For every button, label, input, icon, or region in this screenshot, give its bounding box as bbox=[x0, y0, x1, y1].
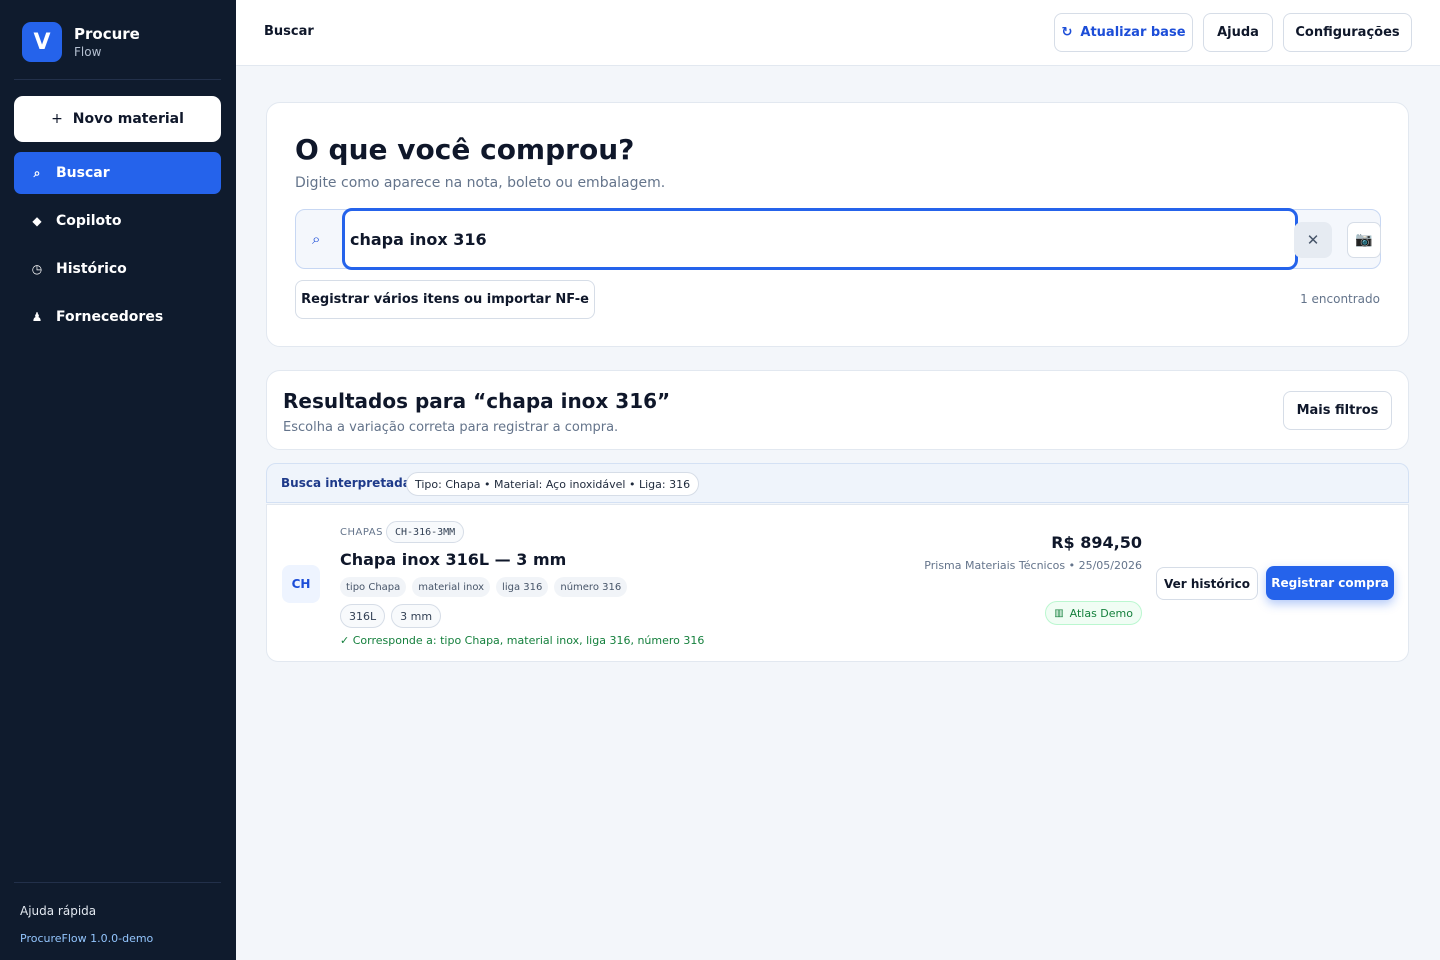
quick-help-link[interactable]: Ajuda rápida bbox=[20, 904, 96, 918]
item-supplier: Prisma Materiais Técnicos • 25/05/2026 bbox=[924, 559, 1142, 572]
brand-name: Procure bbox=[74, 25, 140, 43]
item-tags: tipo Chapa material inox liga 316 número… bbox=[340, 577, 633, 597]
sidebar-item-buscar[interactable]: ⌕ Buscar bbox=[14, 152, 221, 194]
person-icon: ♟ bbox=[31, 310, 43, 324]
results-subtitle: Escolha a variação correta para registra… bbox=[283, 420, 619, 435]
sidebar-item-copiloto[interactable]: ◆ Copiloto bbox=[14, 200, 221, 242]
match-reason: ✓ Corresponde a: tipo Chapa, material in… bbox=[340, 634, 705, 647]
sidebar: V Procure Flow + Novo material ⌕ Buscar … bbox=[0, 0, 236, 960]
item-tag: material inox bbox=[412, 577, 491, 597]
item-tag: liga 316 bbox=[496, 577, 549, 597]
sidebar-divider bbox=[14, 79, 221, 80]
brand-logo: V bbox=[22, 22, 62, 62]
refresh-base-button[interactable]: ↻ Atualizar base bbox=[1054, 13, 1193, 52]
source-badge: ▥ Atlas Demo bbox=[1045, 601, 1142, 625]
building-icon: ▥ bbox=[1054, 607, 1064, 619]
refresh-label: Atualizar base bbox=[1080, 25, 1186, 40]
sidebar-item-label: Buscar bbox=[56, 165, 110, 181]
item-tag: número 316 bbox=[554, 577, 628, 597]
search-input[interactable] bbox=[342, 208, 1298, 270]
item-price: R$ 894,50 bbox=[1051, 533, 1142, 552]
search-icon: ⌕ bbox=[33, 165, 41, 180]
page-subtitle: Digite como aparece na nota, boleto ou e… bbox=[295, 175, 666, 191]
interpreted-search-chip: Tipo: Chapa • Material: Aço inoxidável •… bbox=[406, 472, 700, 496]
item-spec: 316L bbox=[340, 604, 386, 628]
sidebar-item-label: Copiloto bbox=[56, 213, 122, 229]
brand[interactable]: V Procure Flow bbox=[22, 22, 140, 62]
sidebar-item-historico[interactable]: ◷ Histórico bbox=[14, 248, 221, 290]
settings-button[interactable]: Configurações bbox=[1283, 13, 1412, 52]
sidebar-divider bbox=[14, 882, 221, 883]
source-label: Atlas Demo bbox=[1069, 606, 1133, 620]
page-title: O que você comprou? bbox=[295, 133, 635, 166]
sidebar-item-label: Fornecedores bbox=[56, 309, 164, 325]
camera-icon: 📷 bbox=[1355, 232, 1373, 248]
clock-icon: ◷ bbox=[31, 262, 43, 276]
sidebar-item-label: Histórico bbox=[56, 261, 127, 277]
item-sku: CH-316-3MM bbox=[386, 521, 465, 543]
item-title: Chapa inox 316L — 3 mm bbox=[340, 550, 567, 569]
item-specs: 316L 3 mm bbox=[340, 604, 447, 628]
results-count: 1 encontrado bbox=[1300, 292, 1380, 306]
item-tag: tipo Chapa bbox=[340, 577, 407, 597]
interpreted-search-bar: Busca interpretada Tipo: Chapa • Materia… bbox=[266, 463, 1409, 503]
topbar: Buscar ↻ Atualizar base Ajuda Configuraç… bbox=[236, 0, 1440, 66]
new-material-label: Novo material bbox=[72, 111, 184, 127]
clear-search-button[interactable]: ✕ bbox=[1294, 222, 1332, 258]
help-button[interactable]: Ajuda bbox=[1203, 13, 1273, 52]
view-history-button[interactable]: Ver histórico bbox=[1156, 567, 1258, 600]
camera-scan-button[interactable]: 📷 bbox=[1347, 222, 1381, 258]
refresh-icon: ↻ bbox=[1061, 25, 1073, 40]
sidebar-item-fornecedores[interactable]: ♟ Fornecedores bbox=[14, 296, 221, 338]
result-item[interactable]: CH CHAPAS CH-316-3MM Chapa inox 316L — 3… bbox=[266, 504, 1409, 662]
close-icon: ✕ bbox=[1306, 231, 1320, 249]
results-header: Resultados para “chapa inox 316” Escolha… bbox=[266, 370, 1409, 450]
interpreted-search-label: Busca interpretada bbox=[281, 476, 411, 490]
more-filters-button[interactable]: Mais filtros bbox=[1283, 391, 1392, 430]
version-label: ProcureFlow 1.0.0-demo bbox=[20, 932, 154, 945]
register-multiple-button[interactable]: Registrar vários itens ou importar NF-e bbox=[295, 280, 595, 319]
category-avatar: CH bbox=[282, 565, 320, 603]
search-card: O que você comprou? Digite como aparece … bbox=[266, 102, 1409, 347]
register-purchase-button[interactable]: Registrar compra bbox=[1266, 566, 1394, 600]
results-title: Resultados para “chapa inox 316” bbox=[283, 389, 671, 413]
plus-icon: + bbox=[51, 111, 63, 127]
search-bar: ⌕ ✕ 📷 bbox=[295, 208, 1381, 270]
item-spec: 3 mm bbox=[391, 604, 442, 628]
item-category: CHAPAS bbox=[340, 527, 383, 538]
diamond-icon: ◆ bbox=[32, 214, 42, 228]
breadcrumb: Buscar bbox=[264, 24, 314, 39]
new-material-button[interactable]: + Novo material bbox=[14, 96, 221, 142]
search-icon: ⌕ bbox=[312, 230, 321, 248]
brand-subtitle: Flow bbox=[74, 45, 102, 59]
